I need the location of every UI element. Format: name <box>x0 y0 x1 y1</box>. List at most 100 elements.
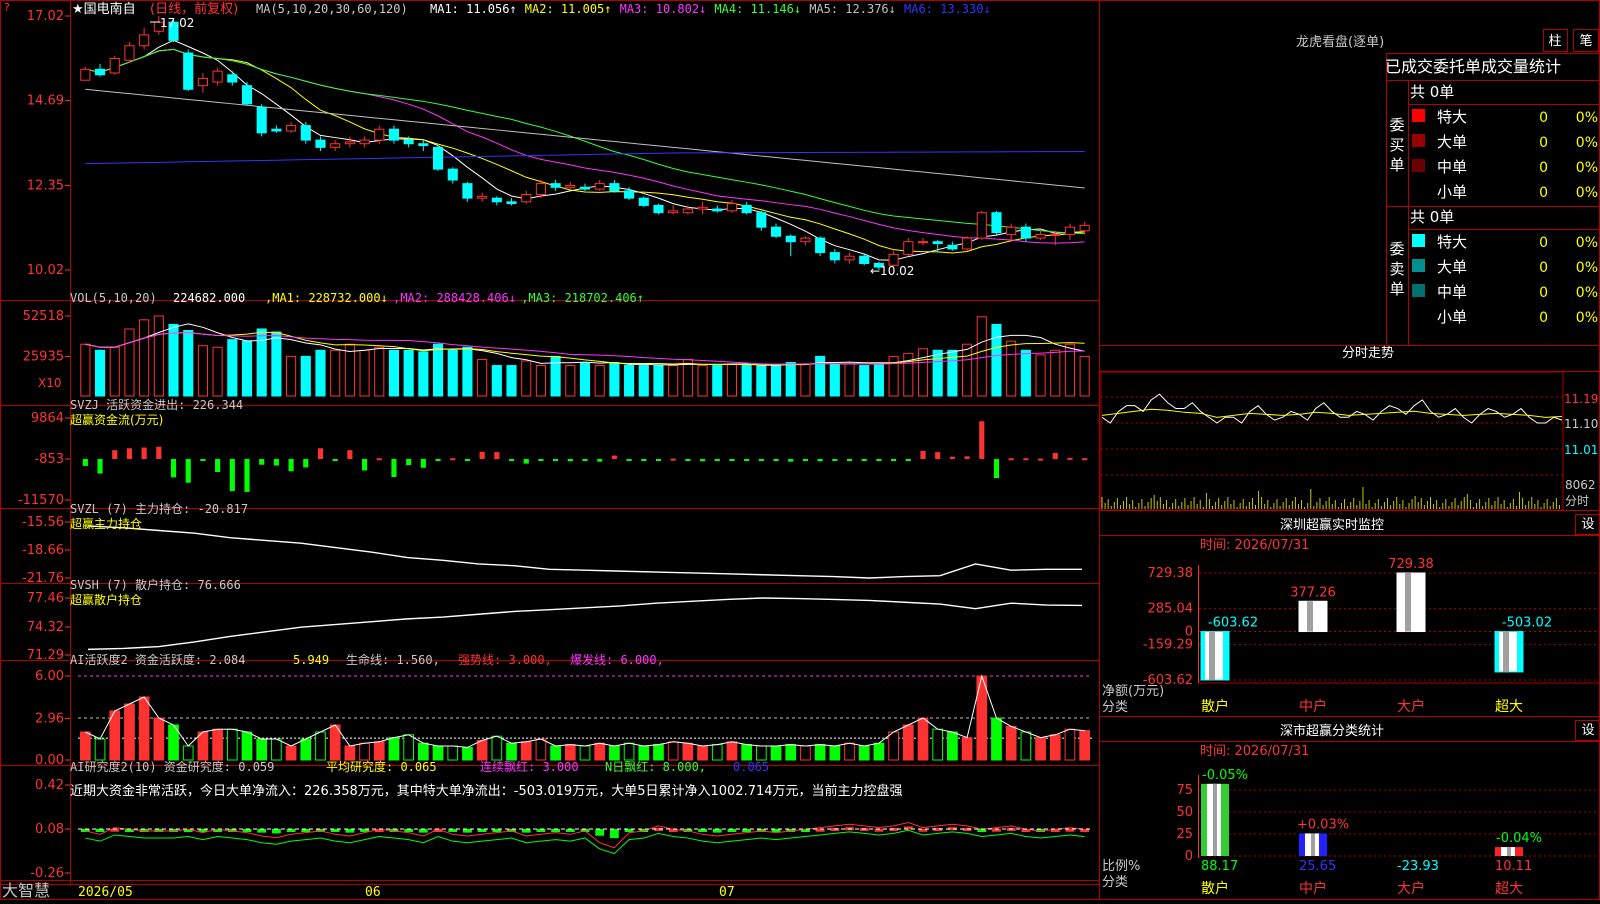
volume-bar[interactable] <box>1006 340 1017 397</box>
activity-bar[interactable] <box>770 745 782 761</box>
candle-body[interactable] <box>697 206 708 210</box>
svzj-bar[interactable] <box>905 459 911 461</box>
candle-body[interactable] <box>638 197 649 206</box>
svzj-bar[interactable] <box>141 447 147 459</box>
svzj-bar[interactable] <box>347 450 353 459</box>
activity-bar[interactable] <box>124 703 135 761</box>
activity-bar[interactable] <box>462 746 473 761</box>
svzj-bar[interactable] <box>156 446 162 459</box>
candle-body[interactable] <box>212 70 223 83</box>
svzj-bar[interactable] <box>1082 458 1088 461</box>
svzj-bar[interactable] <box>1052 452 1058 459</box>
activity-bar[interactable] <box>858 745 870 761</box>
candle-body[interactable] <box>815 237 826 254</box>
candle-body[interactable] <box>903 241 914 255</box>
svzj-bar[interactable] <box>494 452 500 459</box>
candle-body[interactable] <box>844 255 855 261</box>
volume-bar[interactable] <box>94 349 106 397</box>
svzj-bar[interactable] <box>185 459 191 483</box>
volume-bar[interactable] <box>432 343 444 397</box>
candle-body[interactable] <box>491 197 502 203</box>
candle-body[interactable] <box>550 183 561 188</box>
volume-bar[interactable] <box>741 365 752 397</box>
svzj-bar[interactable] <box>553 459 559 461</box>
candle-body[interactable] <box>756 212 767 228</box>
candle-body[interactable] <box>462 183 473 199</box>
candle-body[interactable] <box>594 183 605 190</box>
candle-body[interactable] <box>80 68 91 81</box>
candle-body[interactable] <box>932 241 943 245</box>
svzj-bar[interactable] <box>244 459 250 492</box>
svzj-bar[interactable] <box>964 456 970 459</box>
candle-body[interactable] <box>477 195 488 199</box>
volume-bar[interactable] <box>859 365 870 397</box>
activity-bar[interactable] <box>902 724 914 761</box>
activity-bar[interactable] <box>300 738 312 761</box>
candle-body[interactable] <box>359 139 370 145</box>
svzj-bar[interactable] <box>376 458 382 461</box>
activity-bar[interactable] <box>947 731 958 761</box>
activity-bar[interactable] <box>271 738 282 761</box>
period-label[interactable]: (日线，前复权) <box>150 1 238 17</box>
svzj-bar[interactable] <box>920 450 926 459</box>
candle-body[interactable] <box>227 74 238 83</box>
volume-bar[interactable] <box>668 365 679 397</box>
candle-body[interactable] <box>418 143 429 147</box>
svzj-bar[interactable] <box>597 459 603 462</box>
candle-body[interactable] <box>344 141 355 145</box>
activity-bar[interactable] <box>388 737 400 761</box>
candle-body[interactable] <box>256 106 267 134</box>
activity-bar[interactable] <box>579 745 591 761</box>
candle-body[interactable] <box>668 210 679 214</box>
volume-bar[interactable] <box>462 346 473 397</box>
volume-bar[interactable] <box>124 328 135 397</box>
ai-activity-panel[interactable]: 6.00 2.96 0.00 <box>35 669 1092 768</box>
volume-bar[interactable] <box>991 323 1002 397</box>
activity-bar[interactable] <box>1005 725 1017 761</box>
svzj-bar[interactable] <box>259 459 265 465</box>
volume-bar[interactable] <box>579 361 591 397</box>
volume-bar[interactable] <box>153 315 164 397</box>
activity-bar[interactable] <box>888 731 899 761</box>
activity-bar[interactable] <box>315 731 326 761</box>
volume-bar[interactable] <box>109 346 120 397</box>
activity-bar[interactable] <box>711 744 723 761</box>
volume-bar[interactable] <box>256 328 267 397</box>
activity-bar[interactable] <box>94 738 106 761</box>
svzj-bar[interactable] <box>215 459 221 473</box>
volume-bar[interactable] <box>638 365 649 397</box>
candle-body[interactable] <box>139 34 150 47</box>
volume-bar[interactable] <box>139 319 150 397</box>
candle-body[interactable] <box>241 85 253 105</box>
activity-bar[interactable] <box>800 745 811 761</box>
candle-body[interactable] <box>315 139 326 148</box>
activity-bar[interactable] <box>432 745 444 761</box>
activity-bar[interactable] <box>182 745 194 761</box>
activity-bar[interactable] <box>241 731 253 761</box>
volume-bar[interactable] <box>315 349 326 397</box>
sc-bar-3[interactable] <box>1495 847 1523 856</box>
svzj-bar[interactable] <box>406 459 412 466</box>
volume-bar[interactable] <box>770 365 782 397</box>
svzj-bar[interactable] <box>567 459 573 462</box>
svzj-bar[interactable] <box>479 451 485 459</box>
volume-bar[interactable] <box>359 349 370 397</box>
activity-bar[interactable] <box>359 742 370 761</box>
activity-bar[interactable] <box>138 696 150 761</box>
volume-bar[interactable] <box>227 339 238 397</box>
candle-body[interactable] <box>785 235 796 243</box>
svzj-bar[interactable] <box>450 458 456 461</box>
volume-bar[interactable] <box>653 365 664 397</box>
research-bar[interactable] <box>257 829 267 833</box>
activity-bar[interactable] <box>564 744 576 761</box>
volume-bar[interactable] <box>183 329 194 397</box>
activity-bar[interactable] <box>256 738 268 761</box>
svzj-bar[interactable] <box>170 459 177 478</box>
volume-bar[interactable] <box>374 346 385 397</box>
activity-bar[interactable] <box>844 742 855 761</box>
svzj-bar[interactable] <box>97 459 103 474</box>
activity-bar[interactable] <box>755 745 767 761</box>
volume-bar[interactable] <box>594 365 605 397</box>
candle-body[interactable] <box>1064 226 1076 235</box>
volume-bar[interactable] <box>800 363 811 397</box>
